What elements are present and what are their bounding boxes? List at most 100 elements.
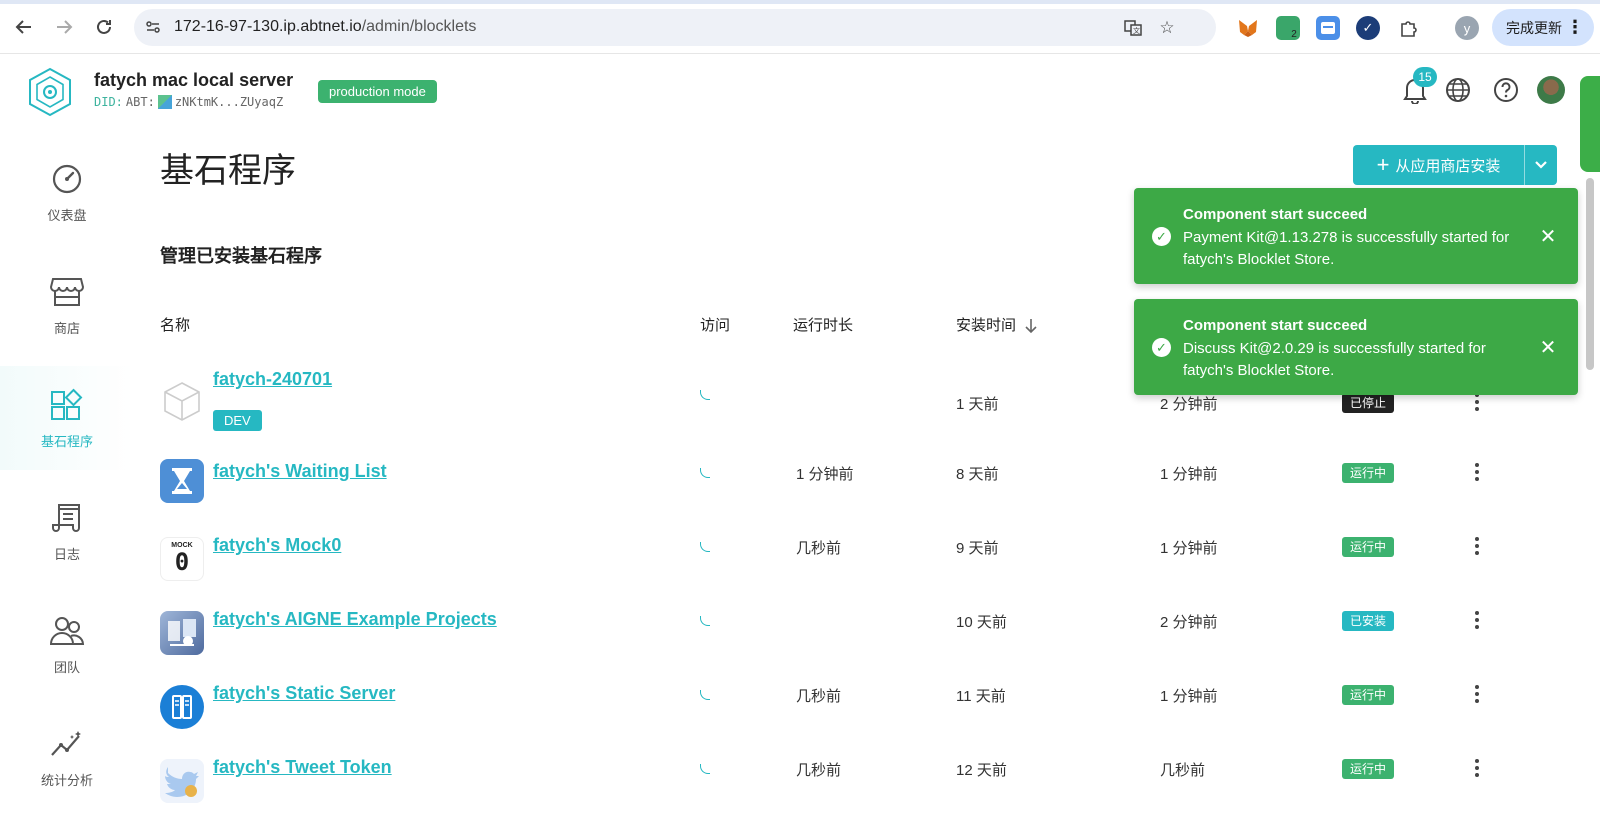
toast-notification: ✓ Component start succeed Discuss Kit@2.…: [1134, 299, 1578, 395]
table-row: fatych's Tweet Token 几秒前 12 天前 几秒前 运行中: [160, 744, 1560, 818]
installed-time: 10 天前: [956, 614, 1007, 631]
toast-title: Component start succeed: [1183, 317, 1368, 334]
tweet-token-app-icon: [160, 759, 204, 803]
side-panel-tab[interactable]: [1580, 76, 1600, 172]
column-header-uptime[interactable]: 运行时长: [793, 314, 853, 335]
mode-badge: production mode: [318, 80, 437, 103]
close-icon[interactable]: ✕: [1536, 224, 1560, 248]
static-server-app-icon: [160, 685, 204, 729]
help-icon[interactable]: [1492, 76, 1520, 104]
uptime: 几秒前: [796, 540, 842, 557]
sidebar: 仪表盘 商店 基石程序 日志 团队 统计分析: [0, 140, 134, 828]
table-row: fatych's Static Server 几秒前 11 天前 1 分钟前 运…: [160, 670, 1560, 744]
app-name-link[interactable]: fatych-240701: [213, 369, 332, 390]
installed-time: 12 天前: [956, 762, 1007, 779]
more-actions-icon[interactable]: [1472, 534, 1482, 558]
sidebar-item-dashboard[interactable]: 仪表盘: [0, 140, 134, 244]
check-circle-icon: ✓: [1152, 227, 1171, 246]
app-name-link[interactable]: fatych's Mock0: [213, 535, 341, 556]
page-scrollbar[interactable]: [1586, 178, 1594, 370]
blocklets-icon: [49, 387, 85, 423]
installed-time: 1 天前: [956, 396, 999, 413]
browser-toolbar: 172-16-97-130.ip.abtnet.io/admin/blockle…: [0, 0, 1600, 54]
column-header-access[interactable]: 访问: [700, 314, 730, 335]
forward-icon[interactable]: [52, 15, 76, 39]
toast-title: Component start succeed: [1183, 206, 1368, 223]
check-extension-icon[interactable]: ✓: [1356, 16, 1380, 40]
toast-notification: ✓ Component start succeed Payment Kit@1.…: [1134, 188, 1578, 284]
language-globe-icon[interactable]: [1444, 76, 1472, 104]
window-extension-icon[interactable]: [1316, 16, 1340, 40]
store-icon: [49, 274, 85, 310]
dev-tag: DEV: [213, 410, 262, 431]
status-badge: 运行中: [1342, 759, 1395, 779]
bookmark-star-icon[interactable]: ☆: [1156, 17, 1178, 39]
logs-icon: [49, 500, 85, 536]
status-badge: 运行中: [1342, 537, 1395, 557]
page-title: 基石程序: [160, 152, 296, 190]
notification-count-badge: 15: [1413, 67, 1437, 87]
hourglass-app-icon: [160, 459, 204, 503]
access-loading-icon: [700, 764, 710, 774]
toast-message: Payment Kit@1.13.278 is successfully sta…: [1183, 229, 1510, 268]
user-avatar[interactable]: [1537, 76, 1565, 104]
server-name: fatych mac local server: [94, 70, 294, 90]
tab-strip-edge: [0, 0, 1600, 4]
app-name-link[interactable]: fatych's AIGNE Example Projects: [213, 609, 497, 630]
svg-text:文: 文: [1133, 26, 1140, 35]
did-avatar-icon: [157, 95, 172, 109]
blocklet-server-logo[interactable]: [24, 66, 76, 118]
profile-avatar[interactable]: y: [1455, 16, 1479, 40]
status-badge: 运行中: [1342, 463, 1395, 483]
address-bar[interactable]: 172-16-97-130.ip.abtnet.io/admin/blockle…: [134, 9, 1216, 46]
table-row: fatych's Waiting List 1 分钟前 8 天前 1 分钟前 运…: [160, 448, 1560, 522]
sidebar-item-team[interactable]: 团队: [0, 592, 134, 696]
installed-time: 9 天前: [956, 540, 999, 557]
extensions-puzzle-icon[interactable]: [1396, 16, 1420, 40]
dashboard-gauge-icon: [49, 161, 85, 197]
sidebar-item-store[interactable]: 商店: [0, 253, 134, 357]
uptime: 几秒前: [796, 688, 842, 705]
uptime: 几秒前: [796, 762, 842, 779]
access-loading-icon: [700, 542, 710, 552]
update-button[interactable]: 完成更新 ⋮: [1492, 9, 1594, 46]
analytics-icon: [49, 726, 85, 762]
installed-time: 11 天前: [956, 688, 1006, 705]
access-loading-icon: [700, 616, 710, 626]
chevron-down-icon[interactable]: [1525, 145, 1557, 185]
updated-time: 1 分钟前: [1160, 540, 1218, 557]
more-actions-icon[interactable]: [1472, 460, 1482, 484]
updated-time: 1 分钟前: [1160, 688, 1218, 705]
status-badge: 已停止: [1342, 393, 1395, 413]
aigne-app-icon: [160, 611, 204, 655]
more-actions-icon[interactable]: [1472, 682, 1482, 706]
app-name-link[interactable]: fatych's Waiting List: [213, 461, 387, 482]
more-actions-icon[interactable]: [1472, 756, 1482, 780]
app-name-link[interactable]: fatych's Tweet Token: [213, 757, 392, 778]
table-row: MOCK 0 fatych's Mock0 几秒前 9 天前 1 分钟前 运行中: [160, 522, 1560, 596]
translate-icon[interactable]: 文: [1122, 17, 1144, 39]
sidebar-item-analytics[interactable]: 统计分析: [0, 705, 134, 809]
close-icon[interactable]: ✕: [1536, 335, 1560, 359]
back-icon[interactable]: [12, 15, 36, 39]
more-actions-icon[interactable]: [1472, 608, 1482, 632]
sidebar-item-logs[interactable]: 日志: [0, 479, 134, 583]
site-settings-icon[interactable]: [142, 16, 164, 38]
status-badge: 运行中: [1342, 685, 1395, 705]
column-header-installed[interactable]: 安装时间: [956, 314, 1038, 335]
uptime: 1 分钟前: [796, 466, 854, 483]
reload-icon[interactable]: [92, 15, 116, 39]
install-main-part[interactable]: + 从应用商店安装: [1353, 145, 1525, 185]
app-name-link[interactable]: fatych's Static Server: [213, 683, 395, 704]
status-badge: 已安装: [1342, 611, 1395, 631]
updated-time: 2 分钟前: [1160, 396, 1218, 413]
section-title: 管理已安装基石程序: [160, 246, 322, 266]
install-from-store-button[interactable]: + 从应用商店安装: [1353, 145, 1557, 185]
table-row: fatych's AIGNE Example Projects 10 天前 2 …: [160, 596, 1560, 670]
wallet-extension-icon[interactable]: 2: [1276, 16, 1300, 40]
sidebar-item-blocklets[interactable]: 基石程序: [0, 366, 134, 470]
metamask-extension-icon[interactable]: [1236, 16, 1260, 40]
browser-menu-icon[interactable]: ⋮: [1566, 17, 1584, 38]
server-did[interactable]: DID: ABT: zNKtmK...ZUyaqZ: [94, 95, 283, 109]
column-header-name[interactable]: 名称: [160, 314, 190, 335]
